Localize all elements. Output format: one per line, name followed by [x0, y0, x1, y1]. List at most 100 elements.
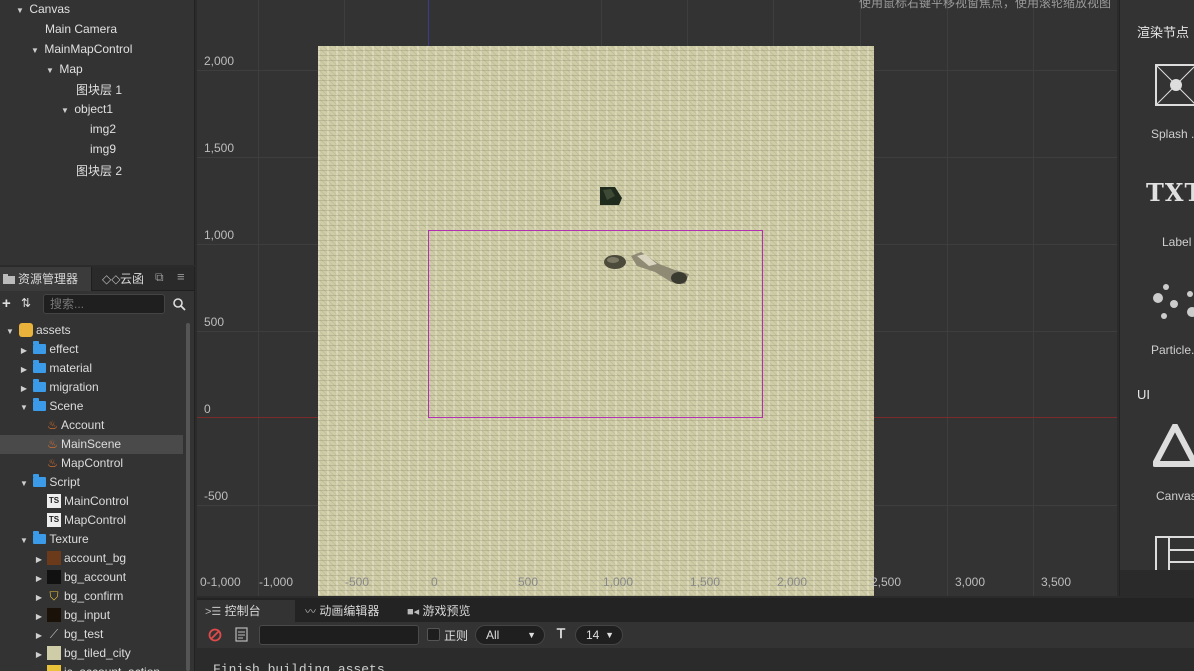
node-img9[interactable]: img9 — [90, 139, 116, 159]
font-size-icon: ꓔ — [557, 626, 565, 641]
canvas-node-icon[interactable] — [1153, 424, 1194, 468]
log-file-icon[interactable] — [235, 627, 248, 642]
sort-icon[interactable]: ⇅ — [21, 296, 31, 310]
asset-folder-script[interactable]: ▼ Script — [18, 473, 80, 492]
collapse-icon[interactable]: ▶ — [33, 569, 45, 588]
collapse-icon[interactable]: ▶ — [33, 588, 45, 607]
collapse-icon[interactable]: ▶ — [33, 626, 45, 645]
collapse-icon[interactable]: ▶ — [33, 664, 45, 671]
log-level-select[interactable]: All ▼ — [475, 625, 545, 645]
expand-icon[interactable]: ▼ — [18, 474, 30, 493]
folder-icon — [3, 274, 15, 284]
collapse-icon[interactable]: ▶ — [18, 341, 30, 360]
folder-icon — [33, 379, 47, 392]
image-thumbnail — [47, 664, 61, 671]
asset-search-input[interactable]: 搜索... — [43, 294, 165, 314]
tab-cloud-function[interactable]: ◇◇ 云函 — [100, 267, 150, 291]
label-node-label: Label — [1162, 235, 1192, 249]
particle-node-icon[interactable] — [1150, 282, 1194, 322]
typescript-icon: TS — [47, 512, 61, 527]
asset-texture-bg-input[interactable]: ▶ bg_input — [33, 606, 110, 625]
asset-texture-bg-confirm[interactable]: ▶ ⛉ bg_confirm — [33, 587, 123, 606]
y-tick-label: 1,500 — [204, 141, 235, 155]
node-map[interactable]: ▼ Map — [44, 59, 83, 79]
node-object1[interactable]: ▼ object1 — [59, 99, 113, 119]
console-panel: >☰ 控制台 〰 动画编辑器 ■◂ 游戏预览 正则 All ▼ ꓔ 14 ▼ F… — [197, 598, 1194, 671]
regex-checkbox[interactable] — [427, 628, 440, 641]
console-tabbar: >☰ 控制台 〰 动画编辑器 ■◂ 游戏预览 — [197, 598, 1194, 622]
image-thumbnail — [47, 550, 61, 565]
expand-icon[interactable]: ▼ — [44, 61, 56, 81]
collapse-icon[interactable]: ▶ — [18, 379, 30, 398]
y-tick-label: -500 — [204, 489, 229, 503]
asset-folder-texture[interactable]: ▼ Texture — [18, 530, 89, 549]
asset-folder-effect[interactable]: ▶ effect — [18, 340, 78, 359]
asset-folder-scene[interactable]: ▼ Scene — [18, 397, 83, 416]
x-tick-label: 0-1,000 — [200, 575, 241, 589]
expand-icon[interactable]: ▼ — [59, 101, 71, 121]
x-tick-label: 500 — [518, 575, 539, 589]
rock-sprite[interactable] — [599, 186, 623, 206]
collapse-icon[interactable]: ▶ — [18, 360, 30, 379]
search-icon[interactable] — [173, 298, 186, 311]
node-main-map-control[interactable]: ▼ MainMapControl — [29, 39, 132, 59]
add-icon[interactable]: + — [2, 295, 11, 312]
typescript-icon: TS — [47, 493, 61, 508]
asset-texture-ic-account-action[interactable]: ▶ic_account_action — [33, 663, 160, 671]
tab-console[interactable]: >☰ 控制台 — [197, 600, 295, 622]
hierarchy-panel: ▼ Canvas Main Camera ▼ MainMapControl ▼ … — [0, 0, 195, 265]
asset-script-mapcontrol[interactable]: TS MapControl — [47, 511, 126, 530]
animation-icon: 〰 — [305, 606, 316, 618]
collapse-icon[interactable]: ▶ — [33, 645, 45, 664]
asset-texture-bg-account[interactable]: ▶ bg_account — [33, 568, 126, 587]
expand-icon[interactable]: ▼ — [18, 398, 30, 417]
asset-script-maincontrol[interactable]: TS MainControl — [47, 492, 129, 511]
asset-scene-account[interactable]: ♨ Account — [46, 416, 104, 435]
x-tick-label: 1,500 — [690, 575, 721, 589]
assets-scrollbar[interactable] — [186, 323, 190, 671]
asset-folder-migration[interactable]: ▶ migration — [18, 378, 99, 397]
clear-icon[interactable] — [208, 628, 222, 642]
expand-icon[interactable]: ▼ — [29, 41, 41, 61]
image-thumbnail — [47, 607, 61, 622]
menu-icon[interactable]: ≡ — [177, 269, 185, 284]
asset-scene-mapcontrol[interactable]: ♨ MapControl — [46, 454, 123, 473]
x-tick-label: 3,000 — [955, 575, 986, 589]
tab-animation-editor[interactable]: 〰 动画编辑器 — [297, 600, 397, 622]
popout-icon[interactable]: ⧉ — [155, 270, 164, 285]
image-thumbnail — [47, 569, 61, 584]
asset-texture-account-bg[interactable]: ▶ account_bg — [33, 549, 126, 568]
cloud-code-icon: ◇◇ — [102, 272, 121, 286]
splash-node-icon[interactable] — [1155, 64, 1194, 106]
expand-icon[interactable]: ▼ — [4, 322, 16, 341]
node-canvas[interactable]: ▼ Canvas — [14, 0, 70, 19]
x-tick-label: 0 — [431, 575, 438, 589]
node-tile-layer-1[interactable]: 图块层 1 — [76, 80, 122, 100]
expand-icon[interactable]: ▼ — [14, 1, 26, 21]
collapse-icon[interactable]: ▶ — [33, 607, 45, 626]
asset-folder-material[interactable]: ▶ material — [18, 359, 92, 378]
folder-icon — [33, 341, 47, 354]
panel-footer — [1120, 570, 1194, 596]
chevron-down-icon: ▼ — [527, 630, 536, 640]
font-size-select[interactable]: 14 ▼ — [575, 625, 623, 645]
scene-view[interactable]: 使用鼠标右键平移视窗焦点，使用滚轮缩放视图 2,000 1,500 1,000 … — [197, 0, 1117, 596]
node-img2[interactable]: img2 — [90, 119, 116, 139]
assets-tabbar: 资源管理器 ◇◇ 云函 ⧉ ≡ — [0, 267, 194, 291]
asset-texture-bg-tiled-city[interactable]: ▶ bg_tiled_city — [33, 644, 131, 663]
asset-texture-bg-test[interactable]: ▶ ⟋ bg_test — [33, 625, 103, 644]
node-main-camera[interactable]: Main Camera — [45, 19, 117, 39]
y-axis-line — [428, 0, 429, 46]
label-node-icon[interactable]: TXT — [1146, 178, 1194, 207]
tab-game-preview[interactable]: ■◂ 游戏预览 — [399, 600, 495, 622]
folder-icon — [33, 474, 47, 487]
expand-icon[interactable]: ▼ — [18, 531, 30, 550]
console-filter-input[interactable] — [259, 625, 419, 645]
tab-asset-manager[interactable]: 资源管理器 — [0, 267, 92, 291]
asset-root[interactable]: ▼ assets — [4, 321, 71, 340]
asset-scene-mainscene[interactable]: ♨ MainScene — [0, 435, 183, 454]
y-tick-label: 0 — [204, 402, 211, 416]
collapse-icon[interactable]: ▶ — [33, 550, 45, 569]
scene-fire-icon: ♨ — [47, 456, 58, 470]
node-tile-layer-2[interactable]: 图块层 2 — [76, 161, 122, 181]
